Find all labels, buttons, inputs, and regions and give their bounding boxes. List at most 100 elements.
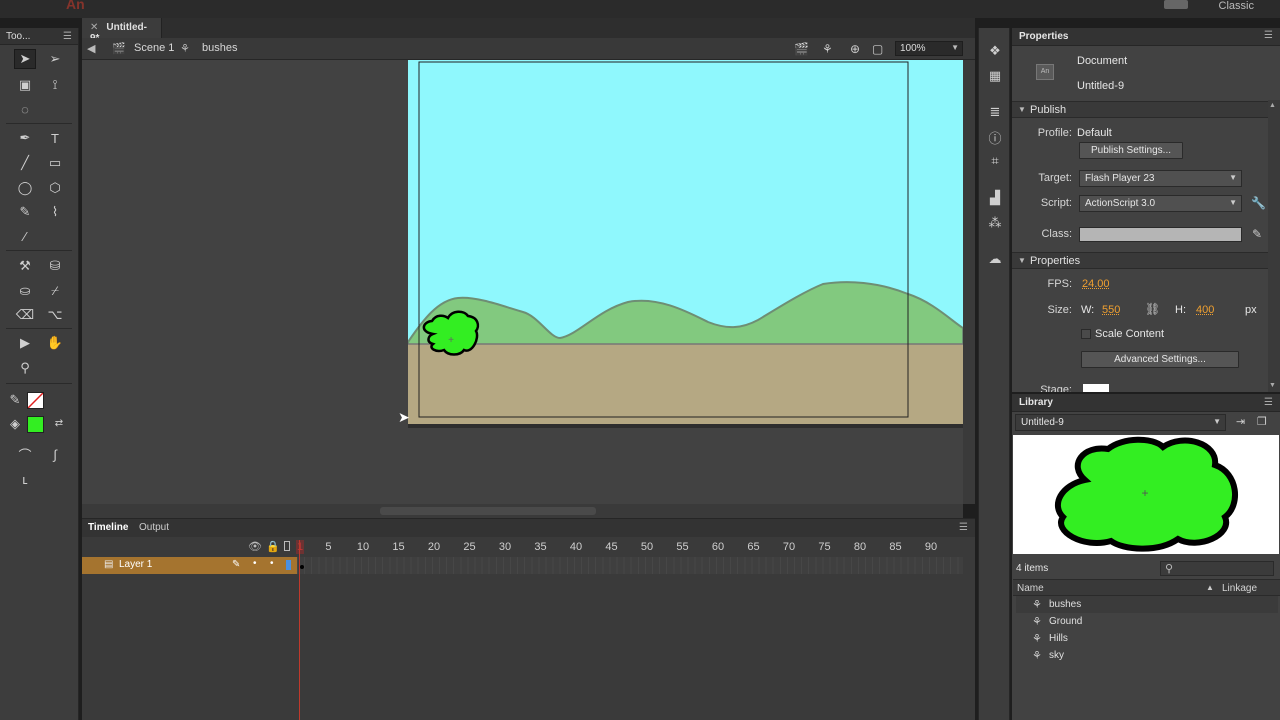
- camera-tool-icon[interactable]: ▶: [14, 333, 36, 353]
- tab-timeline[interactable]: Timeline: [88, 522, 128, 533]
- layer-name[interactable]: Layer 1: [119, 559, 152, 570]
- width-tool-icon[interactable]: ⌥: [44, 305, 66, 325]
- outline-color-swatch[interactable]: [286, 560, 291, 570]
- document-tab[interactable]: ✕Untitled-9*: [82, 18, 162, 44]
- pin-icon[interactable]: ⇥: [1236, 415, 1245, 428]
- sort-ascending-icon[interactable]: ▲: [1206, 583, 1214, 592]
- breadcrumb-scene[interactable]: Scene 1: [134, 42, 174, 54]
- hand-tool-icon[interactable]: ✋: [44, 333, 66, 353]
- scale-content-checkbox[interactable]: [1081, 329, 1091, 339]
- fill-color-swatch[interactable]: [27, 416, 44, 433]
- class-input[interactable]: [1079, 227, 1242, 242]
- playhead[interactable]: [299, 540, 300, 720]
- zoom-dropdown[interactable]: 100% ▼: [895, 41, 963, 56]
- width-value[interactable]: 550: [1102, 304, 1120, 316]
- horizontal-scrollbar[interactable]: [82, 504, 963, 518]
- selection-tool-icon[interactable]: ➤: [14, 49, 36, 69]
- frame-grid[interactable]: [297, 557, 963, 574]
- column-name[interactable]: Name: [1017, 583, 1044, 594]
- layer-row[interactable]: ▤ Layer 1 ✎ • •: [82, 557, 297, 574]
- vertical-scrollbar[interactable]: [963, 60, 975, 504]
- clip-stage-icon[interactable]: ▢: [872, 42, 883, 56]
- stage[interactable]: +: [408, 60, 963, 428]
- components-icon[interactable]: ▟: [987, 190, 1003, 206]
- text-tool-icon[interactable]: T: [44, 128, 66, 148]
- scroll-down-icon[interactable]: ▼: [1269, 382, 1276, 389]
- lock-icon[interactable]: 🔒: [266, 540, 280, 553]
- straighten-icon[interactable]: ʟ: [14, 469, 36, 489]
- library-item-hills[interactable]: ⚘ Hills: [1016, 630, 1278, 647]
- close-icon[interactable]: ✕: [90, 22, 98, 33]
- library-search-input[interactable]: ⚲: [1160, 561, 1274, 576]
- script-dropdown[interactable]: ActionScript 3.0 ▼: [1079, 195, 1242, 212]
- workspace-switcher[interactable]: Classic: [1219, 0, 1254, 12]
- fps-value[interactable]: 24.00: [1082, 278, 1110, 290]
- eye-icon[interactable]: 👁: [248, 540, 262, 553]
- library-item-sky[interactable]: ⚘ sky: [1016, 647, 1278, 664]
- target-dropdown[interactable]: Flash Player 23 ▼: [1079, 170, 1242, 187]
- ink-bottle-tool-icon[interactable]: ⛀: [14, 281, 36, 301]
- pencil-tool-icon[interactable]: ✎: [14, 202, 36, 222]
- tab-output[interactable]: Output: [139, 522, 169, 533]
- align-icon[interactable]: ▦: [987, 68, 1003, 84]
- paint-brush-tool-icon[interactable]: ⌇: [44, 202, 66, 222]
- visibility-dot[interactable]: •: [253, 558, 257, 569]
- publish-section-header[interactable]: ▼ Publish: [1012, 101, 1272, 118]
- stroke-color-icon[interactable]: ✎: [4, 390, 26, 410]
- pen-tool-icon[interactable]: ✒: [14, 128, 36, 148]
- lock-dot[interactable]: •: [270, 558, 274, 569]
- align-panel-icon[interactable]: ≣: [987, 104, 1003, 120]
- height-value[interactable]: 400: [1196, 304, 1214, 316]
- new-library-panel-icon[interactable]: ❐: [1257, 415, 1267, 428]
- outline-icon[interactable]: [284, 541, 290, 551]
- brush-tool-icon[interactable]: ⁄: [14, 226, 36, 246]
- scroll-up-icon[interactable]: ▲: [1269, 102, 1276, 109]
- free-transform-tool-icon[interactable]: ▣: [14, 75, 36, 95]
- edit-class-pencil-icon[interactable]: ✎: [1252, 227, 1262, 241]
- lasso-tool-icon[interactable]: ◌: [14, 99, 36, 119]
- code-snippets-icon[interactable]: ⁂: [987, 215, 1003, 231]
- stage-color-swatch[interactable]: [1083, 384, 1109, 392]
- playhead-handle[interactable]: [296, 540, 304, 554]
- tools-panel-title[interactable]: Too... ☰: [0, 28, 78, 45]
- polystar-tool-icon[interactable]: ⬡: [44, 178, 66, 198]
- panel-menu-icon[interactable]: ☰: [1264, 397, 1273, 408]
- edit-symbols-icon[interactable]: ⚘: [822, 42, 833, 56]
- stroke-color-swatch[interactable]: [27, 392, 44, 409]
- eyedropper-tool-icon[interactable]: ⌿: [44, 281, 66, 301]
- panel-menu-icon[interactable]: ☰: [1264, 30, 1273, 41]
- back-arrow-icon[interactable]: ◀: [87, 42, 101, 55]
- panel-menu-icon[interactable]: ☰: [63, 31, 72, 42]
- transform-icon[interactable]: ⌗: [987, 153, 1003, 169]
- workspace-icon[interactable]: [1164, 0, 1188, 9]
- properties-panel-title[interactable]: Properties: [1012, 28, 1280, 46]
- smooth-icon[interactable]: ∫: [44, 444, 66, 464]
- paint-bucket-tool-icon[interactable]: ⛁: [44, 256, 66, 276]
- library-document-dropdown[interactable]: Untitled-9 ▼: [1015, 414, 1226, 431]
- properties-scrollbar[interactable]: [1268, 100, 1280, 392]
- column-linkage[interactable]: Linkage: [1222, 583, 1257, 594]
- snap-to-center-icon[interactable]: ⊕: [850, 42, 860, 56]
- library-item-bushes[interactable]: ⚘ bushes: [1016, 596, 1278, 613]
- fill-color-icon[interactable]: ◈: [4, 414, 26, 434]
- 3d-rotation-tool-icon[interactable]: ⟟: [44, 75, 66, 95]
- zoom-tool-icon[interactable]: ⚲: [14, 358, 36, 378]
- panel-menu-icon[interactable]: ☰: [959, 522, 968, 533]
- swap-colors-icon[interactable]: ⇄: [48, 413, 70, 433]
- oval-tool-icon[interactable]: ◯: [14, 178, 36, 198]
- bone-tool-icon[interactable]: ⚒: [14, 256, 36, 276]
- line-tool-icon[interactable]: ╱: [14, 153, 36, 173]
- library-item-ground[interactable]: ⚘ Ground: [1016, 613, 1278, 630]
- wrench-icon[interactable]: 🔧: [1251, 196, 1266, 210]
- eraser-tool-icon[interactable]: ⌫: [14, 305, 36, 325]
- info-icon[interactable]: ⓘ: [987, 128, 1003, 146]
- timeline-ruler[interactable]: 151015202530354045505560657075808590: [297, 539, 963, 557]
- link-dimensions-icon[interactable]: ⛓: [1145, 302, 1160, 316]
- properties-section-header[interactable]: ▼ Properties: [1012, 252, 1272, 269]
- rectangle-tool-icon[interactable]: ▭: [44, 153, 66, 173]
- publish-settings-button[interactable]: Publish Settings...: [1079, 142, 1183, 159]
- keyframe-dot[interactable]: [300, 565, 304, 569]
- motion-presets-icon[interactable]: ❖: [987, 43, 1003, 59]
- subselection-tool-icon[interactable]: ➢: [44, 49, 66, 69]
- scroll-thumb[interactable]: [380, 507, 596, 515]
